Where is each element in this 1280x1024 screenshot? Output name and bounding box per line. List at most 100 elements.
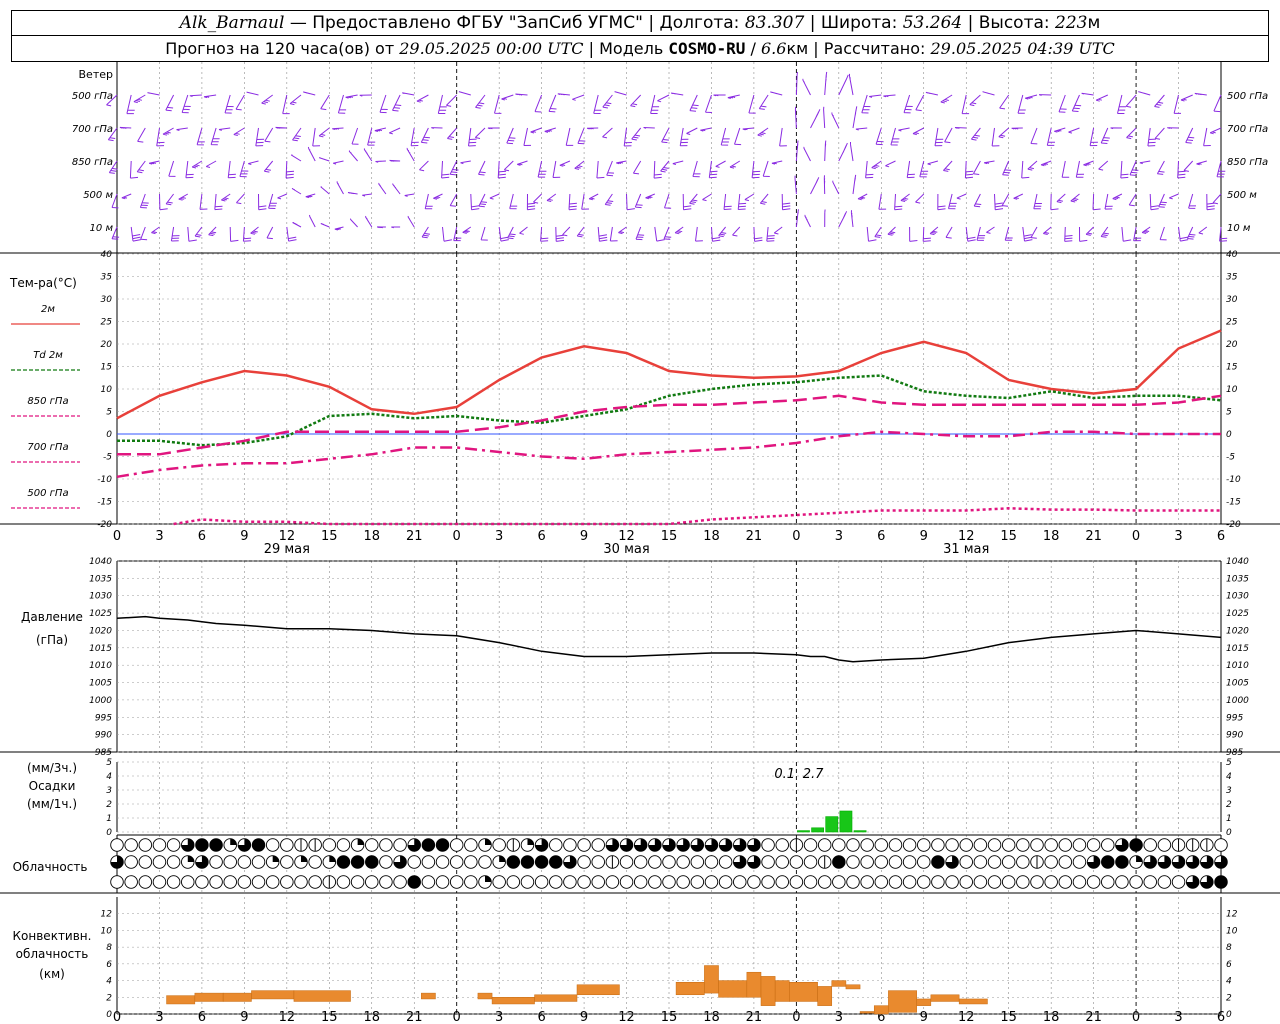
cloud-circle bbox=[959, 875, 973, 889]
wind-barb bbox=[609, 226, 618, 242]
wind-barb bbox=[258, 193, 267, 211]
wind-barb bbox=[447, 127, 458, 140]
wind-barb bbox=[437, 94, 447, 114]
wind-barb bbox=[994, 193, 1004, 211]
cloud-circle bbox=[888, 875, 903, 889]
wind-barb bbox=[810, 177, 820, 195]
wind-barb bbox=[1002, 160, 1012, 176]
wind-barb bbox=[534, 94, 543, 113]
conv-title: Конвективн. bbox=[13, 929, 92, 943]
wind-barb bbox=[1186, 226, 1196, 240]
wind-barb bbox=[748, 94, 756, 114]
cloud-circle bbox=[973, 855, 988, 869]
cloud-circle bbox=[1016, 838, 1030, 852]
hour-tick-label-conv: 15 bbox=[1000, 1010, 1017, 1024]
wind-barb bbox=[239, 160, 249, 178]
wind-barb bbox=[196, 127, 205, 146]
wind-barb bbox=[250, 226, 259, 235]
precip-ytick: 0 bbox=[1226, 828, 1232, 838]
wind-barb bbox=[1125, 94, 1137, 108]
wind-barb bbox=[929, 226, 939, 236]
cloud-mark bbox=[329, 855, 336, 862]
wind-barb bbox=[729, 160, 741, 169]
cloud-circle bbox=[506, 855, 521, 869]
wind-barb bbox=[544, 127, 556, 133]
wind-barb bbox=[307, 146, 316, 162]
wind-barb bbox=[663, 226, 672, 240]
wind-barb bbox=[498, 226, 509, 242]
cloud-circle bbox=[435, 855, 450, 869]
wind-barb bbox=[165, 94, 175, 112]
wind-barb bbox=[151, 226, 160, 235]
cloud-circle bbox=[761, 838, 775, 852]
wind-barb bbox=[320, 186, 330, 195]
conv-ytick: 8 bbox=[106, 943, 112, 953]
wind-barb bbox=[389, 159, 401, 162]
cloud-circle bbox=[506, 875, 521, 889]
cloud-circle bbox=[1030, 838, 1044, 852]
cloud-circle bbox=[152, 875, 167, 889]
wind-barb bbox=[1056, 193, 1066, 204]
wind-barb bbox=[1061, 160, 1070, 178]
precip-ytick: 3 bbox=[106, 786, 112, 796]
hour-tick-label-conv: 6 bbox=[198, 1010, 206, 1024]
wind-barb bbox=[523, 127, 532, 146]
cloud-circle bbox=[775, 855, 789, 869]
wind-barb bbox=[1027, 160, 1038, 171]
hour-tick-label-temp: 0 bbox=[792, 529, 800, 544]
cloud-circle bbox=[1214, 838, 1228, 852]
cloud-circle bbox=[223, 855, 237, 869]
hour-tick-label-temp: 18 bbox=[363, 529, 380, 544]
wind-barb bbox=[320, 94, 330, 111]
wind-barb bbox=[189, 94, 202, 97]
pres-ytick: 1005 bbox=[89, 679, 112, 689]
wind-barb bbox=[887, 226, 896, 236]
wind-barb bbox=[720, 127, 730, 146]
temp-legend-label: 500 гПа bbox=[27, 488, 68, 499]
cloud-circle bbox=[718, 855, 733, 869]
wind-barb bbox=[689, 193, 698, 205]
temp-legend-label: 2м bbox=[41, 304, 55, 315]
cloud-circle bbox=[1157, 838, 1172, 852]
wind-barb bbox=[670, 92, 684, 96]
temp-ytick: 35 bbox=[101, 273, 113, 283]
cloud-circle bbox=[152, 838, 167, 852]
wind-barb bbox=[494, 94, 502, 114]
wind-barb bbox=[1068, 127, 1080, 134]
wind-barb bbox=[1129, 160, 1139, 176]
cloud-circle bbox=[987, 838, 1002, 852]
hour-tick-label-temp: 0 bbox=[453, 529, 461, 544]
cloud-circle bbox=[365, 875, 379, 889]
cloud-circle bbox=[421, 855, 436, 869]
wind-barb bbox=[292, 127, 302, 142]
cloud-circle bbox=[1101, 875, 1115, 889]
cloud-circle bbox=[1143, 875, 1157, 889]
temp-ytick: 20 bbox=[101, 340, 113, 350]
wind-barb bbox=[823, 106, 826, 129]
wind-barb bbox=[453, 226, 462, 242]
wind-barb bbox=[248, 160, 259, 165]
wind-barb bbox=[1017, 94, 1026, 114]
cloud-circle bbox=[1086, 838, 1101, 852]
wind-barb bbox=[927, 160, 939, 166]
wind-barb bbox=[700, 127, 712, 132]
wind-barb bbox=[557, 93, 570, 96]
wind-barb bbox=[431, 127, 443, 129]
wind-barb bbox=[1159, 226, 1167, 241]
cloud-circle bbox=[336, 875, 351, 889]
wind-barb bbox=[635, 226, 645, 241]
cloud-circle bbox=[987, 875, 1002, 889]
wind-barb bbox=[424, 193, 433, 210]
wind-barb bbox=[475, 94, 486, 109]
wind-barb bbox=[264, 127, 274, 143]
wind-barb bbox=[705, 94, 713, 113]
cloud-circle bbox=[817, 875, 832, 889]
wind-barb bbox=[291, 188, 302, 195]
wind-barb bbox=[1212, 193, 1222, 205]
wind-barb bbox=[1126, 127, 1137, 140]
wind-level-label: 10 м bbox=[1227, 223, 1251, 234]
wind-barb bbox=[282, 94, 290, 115]
wind-level-label: 10 м bbox=[90, 223, 114, 234]
wind-barb bbox=[442, 226, 452, 242]
cloud-mark bbox=[485, 838, 492, 845]
